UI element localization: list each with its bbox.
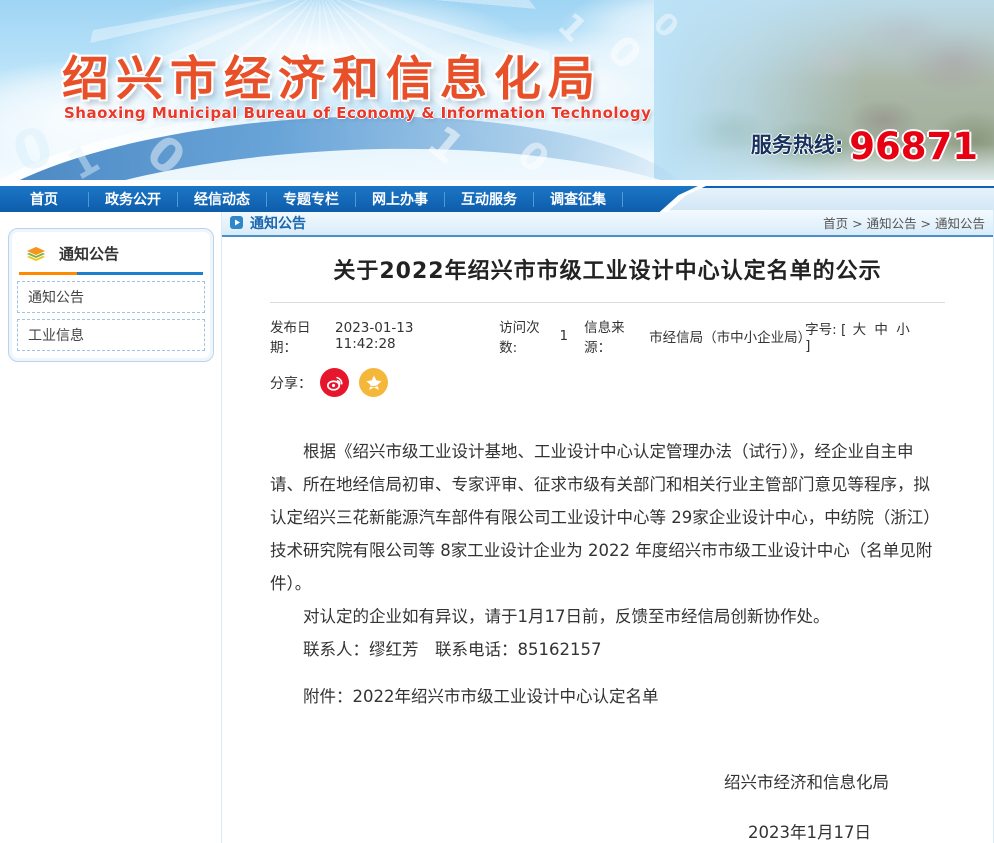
breadcrumb[interactable]: 首页 > 通知公告 > 通知公告 xyxy=(823,213,985,232)
publish-date-value: 2023-01-13 11:42:28 xyxy=(335,320,473,352)
nav-item-interaction[interactable]: 互动服务 xyxy=(445,189,533,209)
books-icon xyxy=(23,243,49,264)
visits-value: 1 xyxy=(560,328,569,344)
header-banner: 0 1 0 1 0 0 1 0 绍兴市经济和信息化局 Shaoxing Muni… xyxy=(0,0,994,180)
nav-separator xyxy=(622,192,623,207)
nav-item-home[interactable]: 首页 xyxy=(0,189,88,209)
bracket: ] xyxy=(805,338,810,354)
sidebar-item-industry-info[interactable]: 工业信息 xyxy=(17,319,205,351)
nav-bar: 首页 政务公开 经信动态 专题专栏 网上办事 互动服务 调查征集 xyxy=(0,186,698,212)
article: 关于2022年绍兴市市级工业设计中心认定名单的公示 发布日期： 2023-01-… xyxy=(222,253,993,843)
sidebar-header-rule xyxy=(19,272,203,275)
sidebar-item-notices[interactable]: 通知公告 xyxy=(17,281,205,313)
publish-date-label: 发布日期： xyxy=(270,316,335,356)
article-title: 关于2022年绍兴市市级工业设计中心认定名单的公示 xyxy=(270,253,945,285)
paragraph: 对认定的企业如有异议，请于1月17日前，反馈至市经信局创新协作处。 xyxy=(270,600,945,633)
paragraph: 根据《绍兴市级工业设计基地、工业设计中心认定管理办法（试行）》，经企业自主申请、… xyxy=(270,435,945,600)
bracket: [ xyxy=(841,322,846,338)
sidebar-header-label: 通知公告 xyxy=(59,243,119,264)
content-area: 通知公告 通知公告 工业信息 通知公告 首页 > 通知公告 > 通知公告 关于2… xyxy=(0,210,994,843)
article-meta: 发布日期： 2023-01-13 11:42:28 访问次数: 1 信息来源： … xyxy=(270,316,945,356)
signature-date: 2023年1月17日 xyxy=(270,819,945,843)
main-navigation: 首页 政务公开 经信动态 专题专栏 网上办事 互动服务 调查征集 xyxy=(0,186,994,210)
qzone-share-icon[interactable] xyxy=(359,368,388,397)
nav-item-special-topics[interactable]: 专题专栏 xyxy=(267,189,355,209)
share-row: 分享： xyxy=(270,368,945,397)
section-header-bar: 通知公告 首页 > 通知公告 > 通知公告 xyxy=(222,210,993,237)
font-size-control: 字号: [ 大 中 小 ] xyxy=(805,318,917,354)
nav-item-surveys[interactable]: 调查征集 xyxy=(534,189,622,209)
font-size-label: 字号: xyxy=(805,322,837,338)
section-title: 通知公告 xyxy=(250,213,306,233)
section-header-left: 通知公告 xyxy=(230,213,306,233)
play-arrow-icon xyxy=(230,216,243,229)
weibo-share-icon[interactable] xyxy=(320,368,349,397)
source-label: 信息来源： xyxy=(584,316,649,356)
signature-bureau: 绍兴市经济和信息化局 xyxy=(270,769,945,793)
nav-item-gov-affairs[interactable]: 政务公开 xyxy=(89,189,177,209)
font-size-small-button[interactable]: 小 xyxy=(896,322,910,338)
sidebar-header: 通知公告 xyxy=(17,239,205,272)
nav-item-online-services[interactable]: 网上办事 xyxy=(356,189,444,209)
attachment-link[interactable]: 附件：2022年绍兴市市级工业设计中心认定名单 xyxy=(270,680,945,713)
hotline-label: 服务热线: xyxy=(751,129,843,165)
nav-item-news[interactable]: 经信动态 xyxy=(178,189,266,209)
share-label: 分享： xyxy=(270,373,312,393)
sidebar-column: 通知公告 通知公告 工业信息 xyxy=(0,210,222,843)
main-column: 通知公告 首页 > 通知公告 > 通知公告 关于2022年绍兴市市级工业设计中心… xyxy=(222,210,994,843)
source-value: 市经信局（市中小企业局） xyxy=(649,326,805,346)
service-hotline: 服务热线: 96871 xyxy=(751,128,978,165)
article-body: 根据《绍兴市级工业设计基地、工业设计中心认定管理办法（试行）》，经企业自主申请、… xyxy=(270,435,945,713)
hotline-number: 96871 xyxy=(849,128,978,165)
paragraph-contact: 联系人：缪红芳 联系电话：85162157 xyxy=(270,633,945,666)
visits-label: 访问次数: xyxy=(499,316,555,356)
font-size-medium-button[interactable]: 中 xyxy=(874,322,888,338)
font-size-large-button[interactable]: 大 xyxy=(853,322,867,338)
bureau-title-english: Shaoxing Municipal Bureau of Economy & I… xyxy=(64,104,651,122)
bureau-title: 绍兴市经济和信息化局 xyxy=(62,40,602,109)
title-divider xyxy=(270,302,945,303)
sidebar: 通知公告 通知公告 工业信息 xyxy=(8,228,214,362)
